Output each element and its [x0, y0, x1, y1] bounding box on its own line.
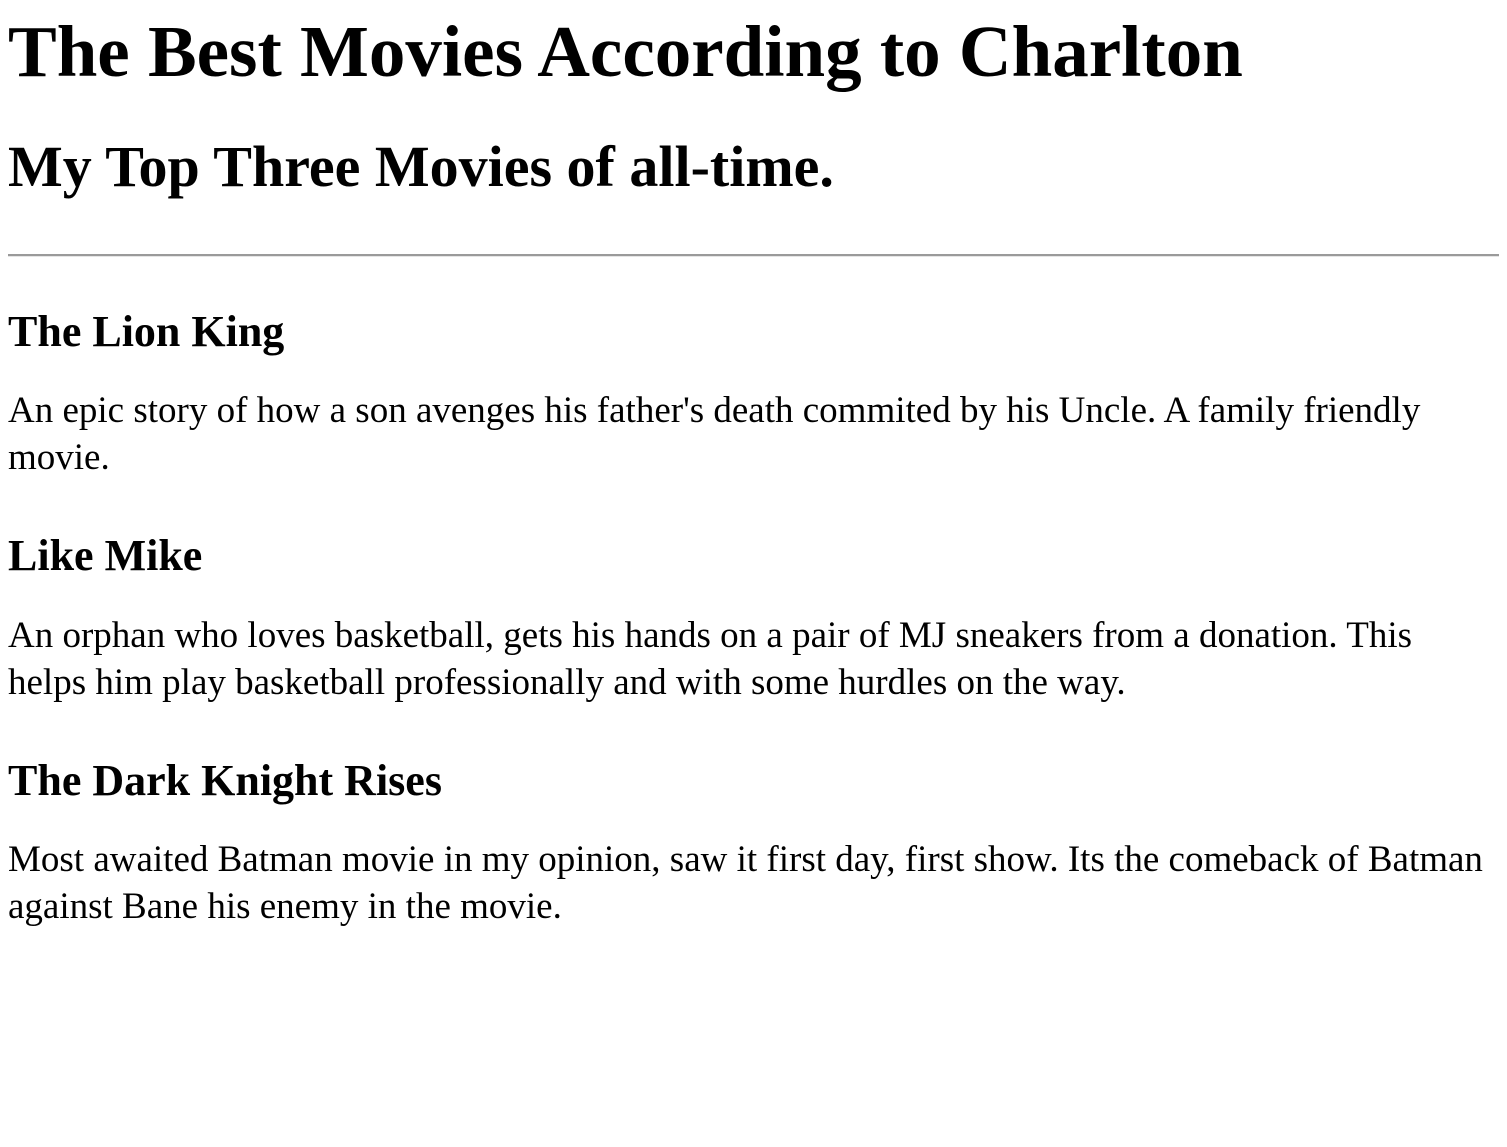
page-subtitle: My Top Three Movies of all-time. — [8, 133, 834, 199]
movie-item: The Dark Knight Rises Most awaited Batma… — [8, 756, 1499, 931]
movie-title: The Dark Knight Rises — [8, 755, 442, 805]
page-title: The Best Movies According to Charlton — [8, 11, 1243, 92]
movie-title: Like Mike — [8, 531, 203, 581]
movie-description: Most awaited Batman movie in my opinion,… — [8, 839, 1483, 928]
movie-description: An orphan who loves basketball, gets his… — [8, 614, 1413, 703]
movie-item: The Lion King An epic story of how a son… — [8, 307, 1499, 482]
movie-title: The Lion King — [8, 306, 285, 356]
movie-item: Like Mike An orphan who loves basketball… — [8, 531, 1499, 706]
divider — [8, 253, 1499, 257]
movie-description: An epic story of how a son avenges his f… — [8, 390, 1421, 479]
